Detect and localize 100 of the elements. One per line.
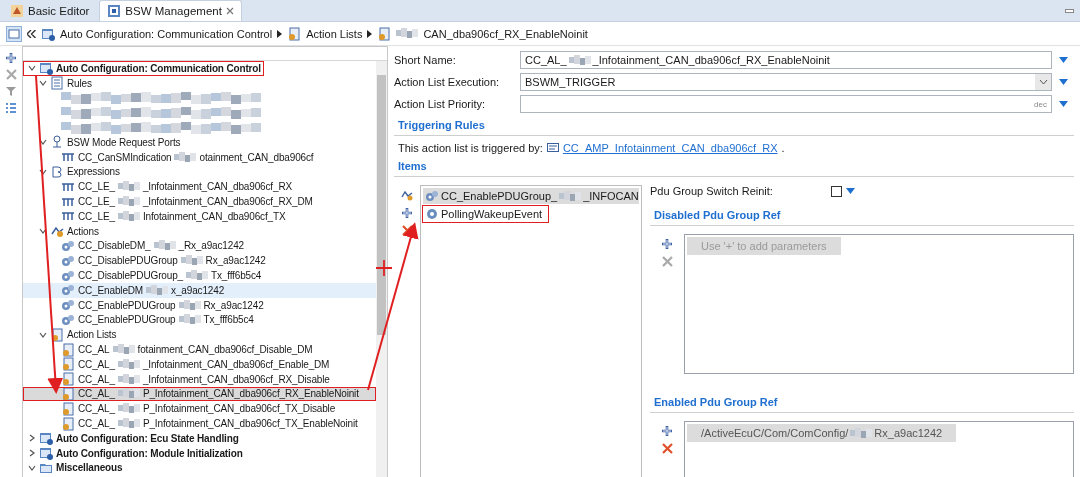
module-icon bbox=[39, 431, 53, 446]
section-heading: Triggering Rules bbox=[397, 118, 486, 133]
chevron-down-icon[interactable] bbox=[1038, 79, 1048, 85]
tree-item-label: CC_LE_ bbox=[78, 181, 115, 193]
blurred-patch bbox=[178, 299, 201, 311]
tree-item-label: CC_AL_ bbox=[78, 358, 115, 370]
dropdown-arrow-icon[interactable] bbox=[1058, 79, 1068, 85]
select-field[interactable]: BSWM_TRIGGER bbox=[520, 73, 1052, 91]
field-label: Short Name: bbox=[394, 54, 457, 66]
add-icon[interactable] bbox=[5, 52, 17, 64]
chevron-down-icon[interactable] bbox=[38, 79, 47, 88]
dropdown-arrow-icon[interactable] bbox=[845, 188, 855, 194]
editor-tab[interactable]: Basic Editor bbox=[2, 0, 98, 21]
blurred-patch bbox=[146, 284, 169, 296]
input-field[interactable]: CC_AL_ _Infotainment_CAN_dba906cf_RX_EnableNoinit bbox=[520, 51, 1052, 69]
checkbox[interactable] bbox=[830, 185, 842, 197]
annotation-plus bbox=[375, 259, 393, 277]
chevron-down-icon[interactable] bbox=[38, 330, 47, 339]
tree-item-label: P_Infotainment_CAN_dba906cf_TX_EnableNoinit bbox=[142, 418, 358, 429]
blurred-patch bbox=[117, 210, 140, 222]
tree-item-label: _Infotainment_CAN_dba906cf_RX_DM bbox=[142, 196, 313, 208]
delete-icon[interactable] bbox=[661, 443, 673, 454]
tree-item-label: Rx_a9ac1242 bbox=[205, 255, 266, 267]
tree-item-label: _Infotainment_CAN_dba906cf_RX bbox=[142, 181, 292, 193]
tree-item-label: Actions bbox=[67, 225, 99, 237]
field-label: Action List Execution: bbox=[394, 76, 501, 88]
tree-row[interactable]: CC_EnableDM x_a9ac1242 bbox=[23, 282, 376, 298]
document-gear-icon bbox=[287, 26, 302, 41]
tree-item-label: Expressions bbox=[67, 166, 120, 178]
section-heading: Items bbox=[397, 159, 428, 174]
reference-text: Rx_a9ac1242 bbox=[874, 427, 943, 439]
blurred-patch bbox=[186, 270, 208, 282]
list-icon[interactable] bbox=[5, 102, 17, 114]
tree-item-label: CC_AL_ bbox=[78, 403, 115, 415]
rule-icon bbox=[546, 143, 559, 153]
tree-item-label: Auto Configuration: Communication Control bbox=[56, 62, 261, 74]
blurred-patch bbox=[117, 418, 140, 429]
tree-item-label: CC_AL_ bbox=[78, 418, 115, 429]
tree-item-label: Tx_fff6b5c4 bbox=[211, 270, 262, 282]
item-label: _INFOCAN bbox=[583, 190, 639, 202]
delete-icon[interactable] bbox=[401, 225, 413, 236]
chevron-right-icon[interactable] bbox=[27, 449, 36, 458]
chevron-down-icon[interactable] bbox=[27, 64, 36, 73]
tree-item-label: Infotainment_CAN_dba906cf_TX bbox=[142, 210, 286, 222]
tree-item-label: CC_DisablePDUGroup bbox=[78, 255, 178, 267]
blurred-patch bbox=[117, 358, 140, 370]
tree-row[interactable]: Auto Configuration: Communication Control bbox=[23, 61, 264, 76]
chevron-right-icon[interactable] bbox=[27, 434, 36, 443]
tree-item-label: _Infotainment_CAN_dba906cf_Enable_DM bbox=[142, 358, 330, 370]
tree-item-label: _Rx_a9ac1242 bbox=[178, 240, 244, 252]
module-icon bbox=[39, 446, 53, 461]
input-field[interactable]: dec bbox=[520, 95, 1052, 113]
dropdown-arrow-icon[interactable] bbox=[1058, 57, 1068, 63]
chevron-down-icon[interactable] bbox=[27, 463, 36, 472]
tree-item-label: CC_DisablePDUGroup_ bbox=[78, 270, 183, 282]
minimize-icon[interactable] bbox=[1065, 7, 1074, 14]
list-item[interactable]: CC_EnablePDUGroup_ _INFOCAN bbox=[423, 188, 639, 204]
filter-icon[interactable] bbox=[5, 85, 17, 97]
blurred-patch bbox=[117, 388, 140, 400]
unit-label: dec bbox=[1034, 99, 1047, 109]
dropdown-arrow-icon[interactable] bbox=[1058, 101, 1068, 107]
tree-row[interactable]: CC_AL_ P_Infotainment_CAN_dba906cf_RX_EnableNoinit bbox=[23, 386, 376, 402]
tree-item-label: Rules bbox=[67, 77, 92, 89]
separator-arrow-icon bbox=[277, 29, 283, 38]
breadcrumb-item: CAN_dba906cf_RX_EnableNoinit bbox=[423, 27, 588, 40]
double-chevron-left-icon[interactable] bbox=[27, 29, 36, 38]
blurred-patch bbox=[112, 344, 135, 356]
tree-item-label: CC_AL_ bbox=[78, 388, 115, 400]
list-icon bbox=[50, 76, 64, 91]
close-icon[interactable] bbox=[225, 7, 234, 15]
outline-toggle-icon[interactable] bbox=[6, 25, 22, 42]
blurred-patch bbox=[559, 190, 582, 202]
document-gear-icon bbox=[377, 26, 392, 41]
tree-item-label: CC_LE_ bbox=[78, 210, 115, 222]
tree-item-label: P_Infotainment_CAN_dba906cf_RX_EnableNoinit bbox=[142, 388, 359, 400]
tree-item-label: CC_EnablePDUGroup bbox=[78, 314, 176, 326]
tree-item-label: CC_AL_ bbox=[78, 373, 115, 385]
editor-tab[interactable]: BSW Management bbox=[99, 0, 242, 21]
list-item[interactable]: PollingWakeupEvent bbox=[423, 206, 549, 222]
document-gear-icon bbox=[61, 342, 75, 357]
chevron-down-icon[interactable] bbox=[38, 138, 47, 147]
blurred-patch bbox=[850, 427, 873, 439]
blurred-patch bbox=[117, 373, 140, 385]
document-gear-icon bbox=[61, 357, 75, 372]
hint-text: Use '+' to add parameters bbox=[701, 240, 827, 252]
chevron-down-icon[interactable] bbox=[38, 167, 47, 176]
tree-item-label: CC_AL bbox=[78, 344, 110, 356]
reference-text: /ActiveEcuC/Com/ComConfig/ bbox=[701, 427, 849, 439]
add-icon[interactable] bbox=[401, 207, 413, 219]
document-gear-icon bbox=[61, 372, 75, 387]
tree-item-label: otainment_CAN_dba906cf bbox=[199, 151, 314, 163]
chevron-down-icon[interactable] bbox=[38, 227, 47, 236]
trigger-text: This action list is triggered by: bbox=[398, 142, 543, 154]
field-value: _Infotainment_CAN_dba906cf_RX_EnableNoinit bbox=[592, 54, 830, 66]
add-icon[interactable] bbox=[661, 238, 673, 250]
scrollbar[interactable] bbox=[376, 61, 387, 477]
tree-item-label: Auto Configuration: Ecu State Handling bbox=[56, 432, 239, 444]
blurred-patch bbox=[180, 255, 203, 267]
rule-link[interactable]: CC_AMP_Infotainment_CAN_dba906cf_RX bbox=[562, 142, 778, 154]
add-icon[interactable] bbox=[661, 425, 673, 437]
